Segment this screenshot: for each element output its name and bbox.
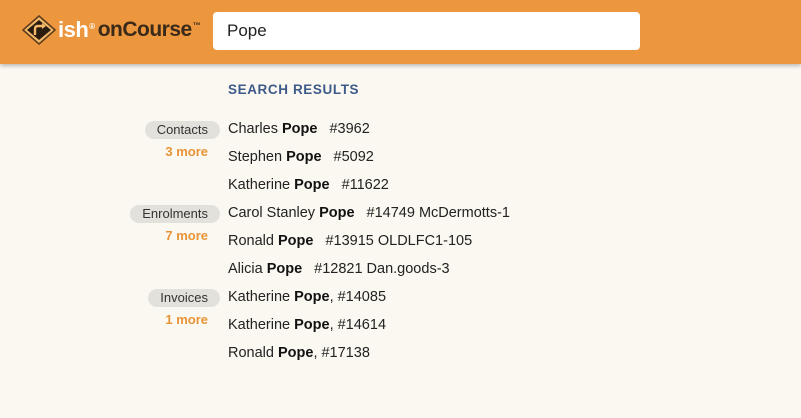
- result-match: Pope: [277, 345, 314, 361]
- more-link-contacts[interactable]: 3 more: [165, 144, 208, 159]
- search-input[interactable]: [213, 12, 640, 50]
- result-match: Pope: [282, 121, 318, 137]
- result-name: Stephen: [228, 149, 287, 165]
- result-match: Pope: [277, 233, 314, 249]
- more-link-enrolments[interactable]: 7 more: [165, 228, 208, 243]
- result-group-label-contacts: Contacts: [144, 121, 220, 139]
- result-match: Pope: [294, 289, 330, 305]
- search-result-item[interactable]: Ronald Pope #13915 OLDLFC1-105: [228, 233, 472, 249]
- result-id: #5092: [333, 149, 374, 165]
- result-name: Carol Stanley: [228, 205, 320, 221]
- result-id: #13915 OLDLFC1-105: [325, 233, 473, 249]
- search-result-item[interactable]: Katherine Pope #11622: [228, 177, 389, 193]
- result-group-label-enrolments: Enrolments: [130, 205, 220, 223]
- ish-logo-icon: [22, 15, 56, 45]
- result-name: Alicia: [228, 261, 267, 277]
- search-result-item[interactable]: Charles Pope #3962: [228, 121, 370, 137]
- result-match: Pope: [294, 317, 330, 333]
- result-id: #14749 McDermotts-1: [366, 205, 510, 221]
- search-result-item[interactable]: Carol Stanley Pope #14749 McDermotts-1: [228, 205, 510, 221]
- result-suffix: , #17138: [313, 345, 370, 361]
- search-result-item[interactable]: Katherine Pope, #14614: [228, 317, 386, 333]
- logo-oncourse-text: onCourse™: [97, 18, 201, 41]
- more-link-invoices[interactable]: 1 more: [165, 312, 208, 327]
- result-suffix: , #14614: [329, 317, 387, 333]
- search-result-item[interactable]: Katherine Pope, #14085: [228, 289, 386, 305]
- result-id: #12821 Dan.goods-3: [314, 261, 450, 277]
- result-name: Katherine: [228, 317, 295, 333]
- result-name: Katherine: [228, 177, 295, 193]
- result-group-label-invoices: Invoices: [148, 289, 220, 307]
- logo[interactable]: ish® onCourse™: [22, 15, 201, 45]
- search-result-item[interactable]: Ronald Pope, #17138: [228, 345, 370, 361]
- search-result-item[interactable]: Stephen Pope #5092: [228, 149, 374, 165]
- result-name: Charles: [228, 121, 282, 137]
- result-name: Ronald: [228, 345, 278, 361]
- result-match: Pope: [286, 149, 322, 165]
- logo-ish-text: ish®: [58, 17, 95, 42]
- result-name: Ronald: [228, 233, 278, 249]
- result-id: #3962: [329, 121, 370, 137]
- result-name: Katherine: [228, 289, 295, 305]
- search-results-heading: SEARCH RESULTS: [228, 82, 360, 97]
- result-match: Pope: [294, 177, 330, 193]
- result-id: #11622: [341, 177, 389, 193]
- result-suffix: , #14085: [329, 289, 387, 305]
- result-match: Pope: [319, 205, 355, 221]
- result-match: Pope: [266, 261, 303, 277]
- search-result-item[interactable]: Alicia Pope #12821 Dan.goods-3: [228, 261, 450, 277]
- top-bar: ish® onCourse™: [0, 0, 801, 64]
